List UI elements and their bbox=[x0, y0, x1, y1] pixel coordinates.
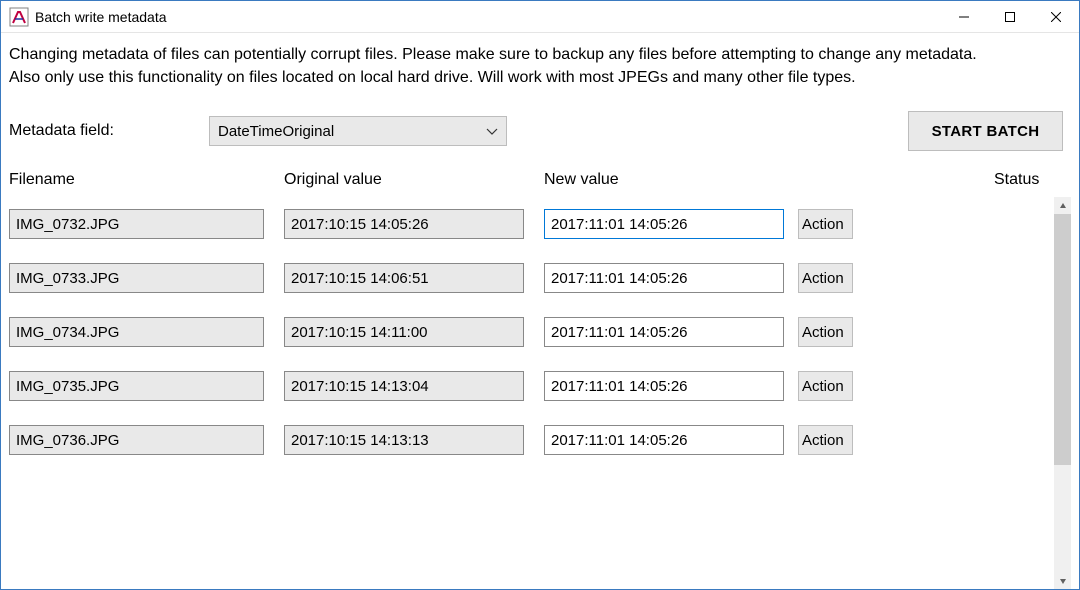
scrollbar-track[interactable] bbox=[1054, 214, 1071, 572]
table-row: Action bbox=[9, 197, 1052, 251]
titlebar: Batch write metadata bbox=[1, 1, 1079, 33]
minimize-button[interactable] bbox=[941, 1, 987, 33]
original-value-field[interactable] bbox=[284, 371, 524, 401]
new-value-field[interactable] bbox=[544, 263, 784, 293]
table-row: Action bbox=[9, 413, 1052, 467]
header-original: Original value bbox=[284, 171, 544, 189]
header-newvalue: New value bbox=[544, 171, 804, 189]
column-headers: Filename Original value New value Status bbox=[9, 171, 1071, 189]
warning-line-1: Changing metadata of files can potential… bbox=[9, 46, 977, 63]
filename-field[interactable] bbox=[9, 263, 264, 293]
table-row: Action bbox=[9, 251, 1052, 305]
vertical-scrollbar[interactable] bbox=[1054, 197, 1071, 589]
original-value-field[interactable] bbox=[284, 209, 524, 239]
metadata-field-select[interactable]: DateTimeOriginal bbox=[209, 116, 507, 146]
table-row: Action bbox=[9, 305, 1052, 359]
table-row: Action bbox=[9, 359, 1052, 413]
original-value-field[interactable] bbox=[284, 425, 524, 455]
window-title: Batch write metadata bbox=[35, 9, 167, 25]
header-status: Status bbox=[864, 171, 1053, 189]
warning-line-2: Also only use this functionality on file… bbox=[9, 69, 856, 86]
warning-text: Changing metadata of files can potential… bbox=[9, 43, 1071, 89]
close-button[interactable] bbox=[1033, 1, 1079, 33]
start-batch-button[interactable]: START BATCH bbox=[908, 111, 1063, 151]
original-value-field[interactable] bbox=[284, 317, 524, 347]
filename-field[interactable] bbox=[9, 209, 264, 239]
original-value-field[interactable] bbox=[284, 263, 524, 293]
new-value-field[interactable] bbox=[544, 371, 784, 401]
action-button[interactable]: Action bbox=[798, 263, 853, 293]
app-icon bbox=[9, 7, 29, 27]
chevron-down-icon bbox=[486, 123, 498, 140]
scroll-up-button[interactable] bbox=[1054, 197, 1071, 214]
rows-scroll-area: Action Action Action Action Action bbox=[9, 197, 1071, 589]
metadata-field-value: DateTimeOriginal bbox=[218, 123, 486, 140]
filename-field[interactable] bbox=[9, 425, 264, 455]
app-window: Batch write metadata Changing metadata o… bbox=[0, 0, 1080, 590]
scroll-down-button[interactable] bbox=[1054, 572, 1071, 589]
action-button[interactable]: Action bbox=[798, 425, 853, 455]
filename-field[interactable] bbox=[9, 371, 264, 401]
window-body: Changing metadata of files can potential… bbox=[1, 33, 1079, 589]
action-button[interactable]: Action bbox=[798, 317, 853, 347]
action-button[interactable]: Action bbox=[798, 209, 853, 239]
new-value-field[interactable] bbox=[544, 425, 784, 455]
new-value-field[interactable] bbox=[544, 317, 784, 347]
rows-container: Action Action Action Action Action bbox=[9, 197, 1054, 589]
controls-row: Metadata field: DateTimeOriginal START B… bbox=[9, 111, 1071, 151]
header-filename: Filename bbox=[9, 171, 284, 189]
action-button[interactable]: Action bbox=[798, 371, 853, 401]
metadata-field-label: Metadata field: bbox=[9, 122, 209, 140]
start-batch-label: START BATCH bbox=[932, 123, 1040, 140]
filename-field[interactable] bbox=[9, 317, 264, 347]
new-value-field[interactable] bbox=[544, 209, 784, 239]
scrollbar-thumb[interactable] bbox=[1054, 214, 1071, 464]
maximize-button[interactable] bbox=[987, 1, 1033, 33]
